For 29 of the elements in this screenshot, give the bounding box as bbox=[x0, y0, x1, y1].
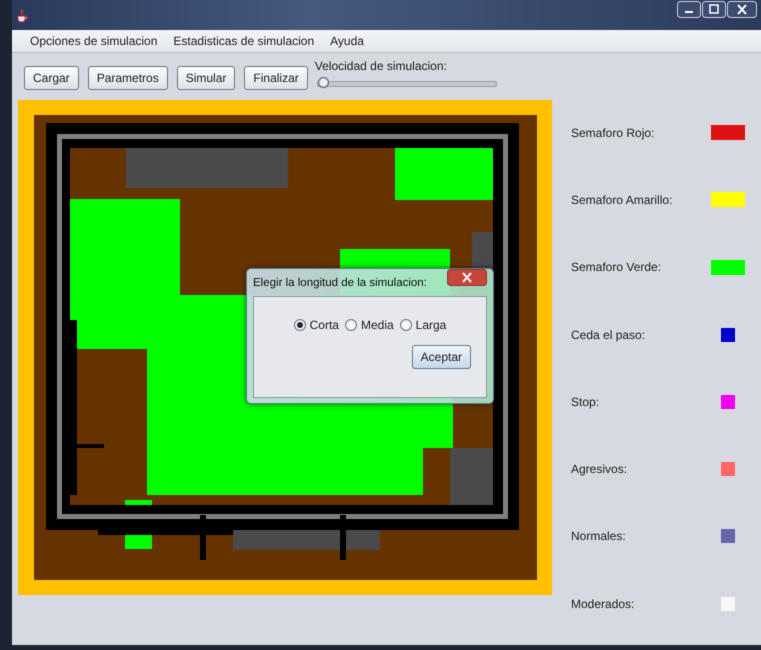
legend-label: Stop: bbox=[571, 394, 600, 409]
legend-label: Semaforo Amarillo: bbox=[571, 192, 672, 207]
radio-button[interactable] bbox=[400, 319, 412, 331]
legend-label: Semaforo Rojo: bbox=[571, 126, 654, 140]
toolbar-button[interactable]: Simular bbox=[176, 66, 236, 90]
minimize-icon[interactable] bbox=[677, 1, 701, 18]
toolbar-button[interactable]: Parametros bbox=[88, 66, 168, 90]
maximize-icon[interactable] bbox=[702, 1, 726, 18]
slider-thumb[interactable] bbox=[318, 77, 329, 88]
radio-button[interactable] bbox=[344, 319, 357, 331]
legend-label: Moderados: bbox=[571, 596, 634, 611]
menu-item[interactable]: Estadisticas de simulacion bbox=[173, 34, 314, 48]
dialog-title: Elegir la longitud de la simulacion: bbox=[253, 276, 427, 288]
menu-item[interactable]: Ayuda bbox=[330, 34, 364, 48]
legend-label: Ceda el paso: bbox=[571, 328, 646, 342]
accept-button[interactable]: Aceptar bbox=[412, 345, 471, 369]
legend-label: Normales: bbox=[571, 529, 626, 544]
radio-button[interactable] bbox=[294, 319, 306, 331]
radio-option[interactable]: Media bbox=[344, 318, 394, 332]
radio-option[interactable]: Larga bbox=[400, 318, 446, 332]
legend-label: Semaforo Verde: bbox=[571, 260, 662, 274]
menu-item[interactable]: Opciones de simulacion bbox=[30, 34, 158, 48]
speed-label: Velocidad de simulacion: bbox=[314, 59, 448, 73]
toolbar-button[interactable]: Finalizar bbox=[244, 66, 308, 90]
radio-option[interactable]: Corta bbox=[294, 318, 339, 332]
toolbar-button[interactable]: Cargar bbox=[24, 66, 79, 90]
close-icon[interactable] bbox=[447, 269, 487, 286]
legend-label: Agresivos: bbox=[571, 462, 628, 476]
cup-icon bbox=[16, 8, 28, 22]
